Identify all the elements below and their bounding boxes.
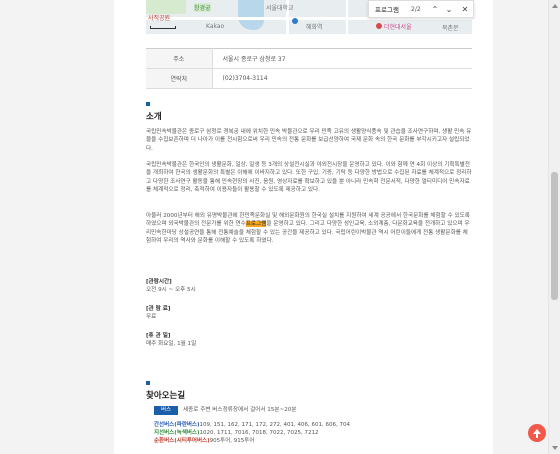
intro-paragraph-3: 아울러 2000년부터 해외 유명박물관에 한민족문화실 및 해외문화원의 한국… — [146, 212, 472, 245]
hours-label: [관람시간] — [146, 279, 172, 285]
map-road-vertical-2 — [346, 0, 348, 34]
find-input[interactable]: 프로그램 — [375, 4, 433, 16]
bus-line-numbers: 905투어, 915투어 — [209, 438, 255, 444]
map-label: 서울대학교 — [266, 5, 294, 12]
scrollbar-thumb[interactable] — [551, 172, 558, 300]
address-value: 서울시 종로구 삼청로 37 — [212, 48, 472, 69]
bus-line-name: 순환버스(시티투어버스) — [154, 438, 210, 444]
fee-label: [관 람 료] — [146, 306, 171, 312]
map-pin-icon-2[interactable] — [376, 23, 382, 29]
map-label: 북촌문 — [442, 25, 459, 32]
bus-line-name: 간선버스(파란버스) — [154, 422, 200, 428]
table-row: 연락처 (02)3704-3114 — [146, 68, 472, 89]
table-row: 주소 서울시 종로구 삼청로 37 — [146, 48, 472, 69]
info-table: 주소 서울시 종로구 삼청로 37 연락처 (02)3704-3114 — [146, 48, 472, 89]
bus-line-branch: 지선버스(녹색버스)1020, 1711, 7016, 7018, 7022, … — [154, 429, 318, 437]
contact-label: 연락처 — [146, 68, 213, 89]
bus-line-name: 지선버스(녹색버스) — [154, 430, 200, 436]
intro-paragraph-2: 국립민속박물관은 한국인의 생활문화, 일상, 일생 등 3개의 상설전시실과 … — [146, 162, 472, 193]
address-label: 주소 — [146, 48, 213, 69]
intro-paragraph-1: 국립민속박물관은 종로구 삼청로 경복궁 내에 위치한 민속 박물관으로 우리 … — [146, 129, 472, 152]
find-next-icon[interactable]: ⌄ — [443, 3, 455, 16]
bus-line-circular: 순환버스(시티투어버스)905투어, 915투어 — [154, 437, 254, 445]
fee-value: 무료 — [146, 314, 157, 320]
find-close-icon[interactable]: ✕ — [459, 3, 471, 16]
map-water-area — [238, 0, 264, 30]
closed-block: [휴 관 일] 매주 화요일, 1월 1일 — [146, 332, 196, 348]
hours-block: [관람시간] 오전 9시 ~ 오후 5시 — [146, 278, 196, 294]
bus-line-numbers: 1020, 1711, 7016, 7018, 7022, 7025, 7212 — [199, 430, 319, 436]
map-label: 혜화역 — [306, 24, 323, 31]
find-match-count: 2/2 — [411, 6, 421, 13]
scroll-down-icon[interactable] — [552, 446, 558, 450]
closed-label: [휴 관 일] — [146, 333, 171, 339]
map-attribution: Kakao — [206, 23, 225, 30]
bus-description: 세종로 주변 버스정류장에서 걸어서 15분~20분 — [183, 407, 297, 413]
intro-title: 소개 — [146, 102, 162, 122]
arrow-up-icon — [536, 433, 538, 438]
fee-block: [관 람 료] 무료 — [146, 305, 170, 321]
map-scale-bar — [150, 26, 176, 29]
scroll-to-top-button[interactable] — [528, 424, 546, 442]
map-label: 사직공원 — [148, 15, 171, 22]
map-label: 창경궁 — [194, 3, 211, 12]
bus-line-numbers: 109, 151, 162, 171, 172, 272, 401, 406, … — [199, 422, 350, 428]
closed-value: 매주 화요일, 1월 1일 — [146, 341, 197, 347]
vertical-scrollbar[interactable] — [548, 0, 560, 454]
map-label: 더현대서울 — [384, 24, 412, 31]
map-pin-icon[interactable] — [292, 18, 298, 24]
find-prev-icon[interactable]: ⌃ — [429, 3, 441, 16]
bus-badge: 버스 — [154, 406, 178, 415]
page: 창경궁 서울대학교 사직공원 Kakao 혜화역 더현대서울 북촌문 프로그램 … — [0, 0, 548, 454]
hours-value: 오전 9시 ~ 오후 5시 — [146, 287, 196, 293]
map-park-area — [146, 0, 186, 14]
scroll-up-icon[interactable] — [552, 4, 558, 8]
find-bar: 프로그램 2/2 ⌃ ⌄ ✕ — [368, 0, 474, 18]
directions-title: 찾아오는길 — [146, 381, 186, 401]
bus-line-trunk: 간선버스(파란버스)109, 151, 162, 171, 172, 272, … — [154, 421, 350, 429]
contact-value: (02)3704-3114 — [212, 68, 472, 89]
find-highlight: 프로그램 — [245, 221, 267, 228]
